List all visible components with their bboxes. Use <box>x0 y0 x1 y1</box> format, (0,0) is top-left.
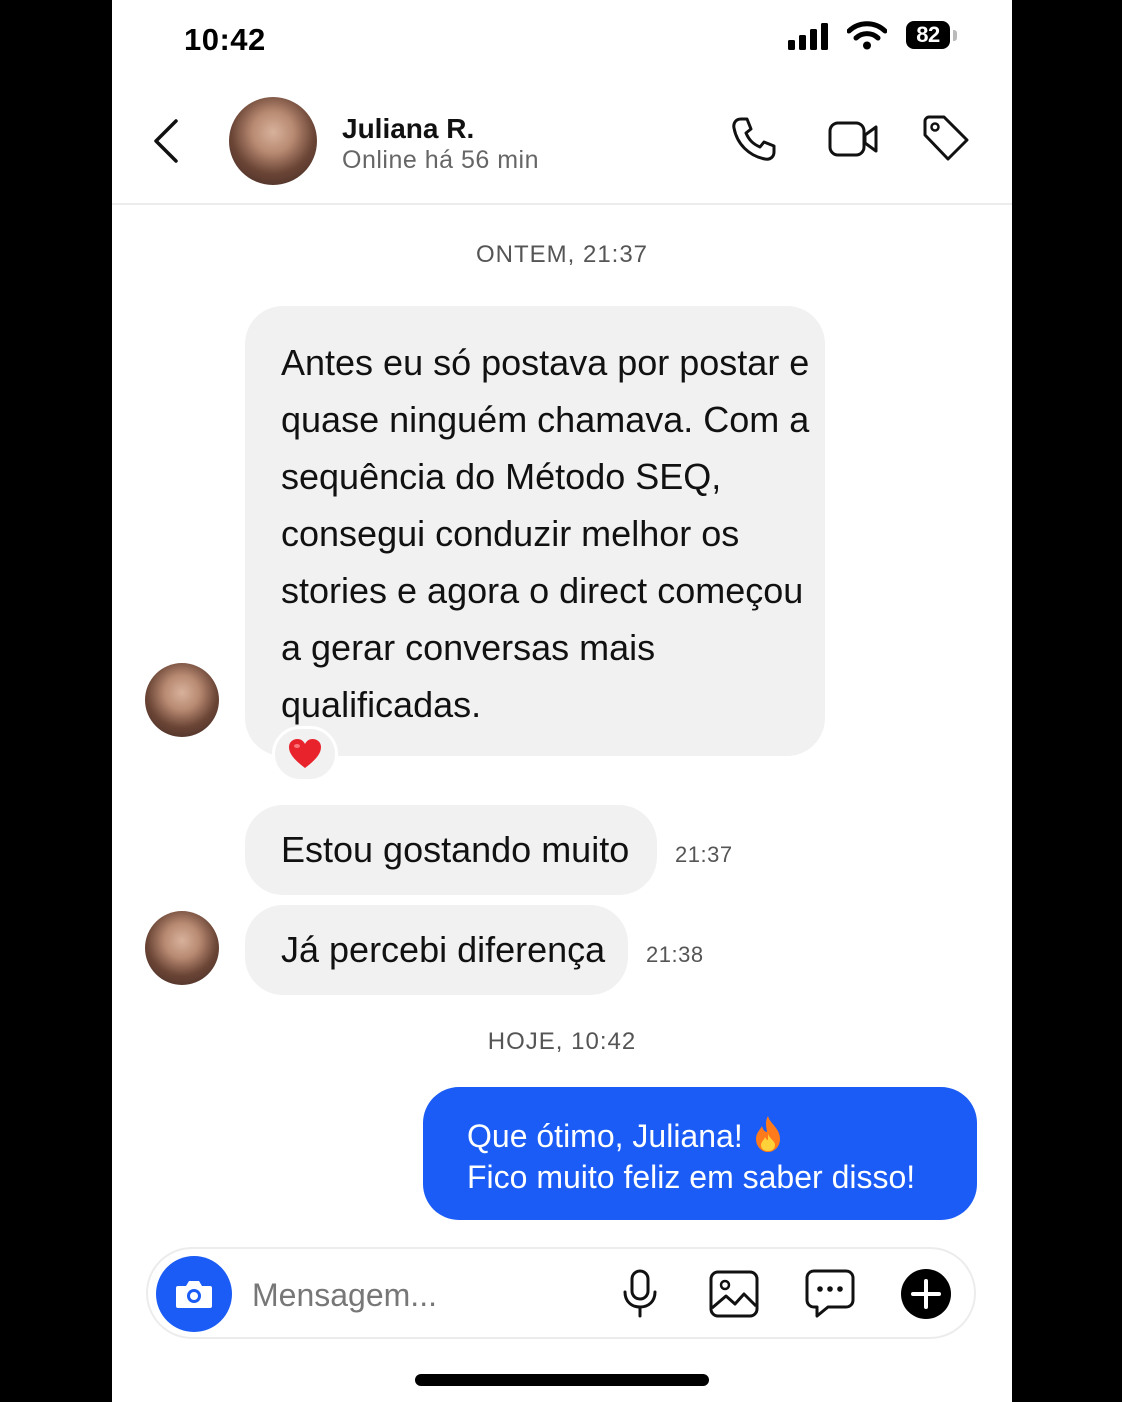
sender-avatar[interactable] <box>145 663 219 737</box>
sender-avatar[interactable] <box>145 911 219 985</box>
message-bubble-incoming[interactable]: Antes eu só postava por postar e quase n… <box>245 306 825 756</box>
message-bubble-incoming[interactable]: Estou gostando muito <box>245 805 657 895</box>
contact-status: Online há 56 min <box>342 146 540 174</box>
message-text-line1: Que ótimo, Juliana! <box>467 1118 743 1154</box>
message-time: 21:38 <box>646 942 704 967</box>
tag-icon[interactable] <box>920 113 972 165</box>
phone-icon[interactable] <box>727 113 779 165</box>
message-time: 21:37 <box>675 842 733 867</box>
phone-screen: 10:42 82 Juliana R. Online há 56 min ONT… <box>112 0 1012 1402</box>
gallery-icon[interactable] <box>708 1268 760 1320</box>
date-separator-yesterday: ONTEM, 21:37 <box>475 241 649 268</box>
contact-avatar[interactable] <box>229 97 317 185</box>
message-text: Estou gostando muito <box>281 829 630 870</box>
fire-icon <box>755 1116 780 1152</box>
status-time: 10:42 <box>184 22 266 57</box>
cellular-signal-icon <box>788 23 828 50</box>
message-bubble-outgoing[interactable]: Que ótimo, Juliana! Fico muito feliz em … <box>423 1087 977 1220</box>
header-divider <box>112 203 1012 205</box>
heart-icon <box>289 739 321 768</box>
home-indicator[interactable] <box>415 1374 709 1386</box>
contact-name[interactable]: Juliana R. <box>342 113 474 145</box>
message-text-line2: Fico muito feliz em saber disso! <box>467 1159 916 1195</box>
message-input[interactable] <box>252 1268 582 1322</box>
wifi-icon <box>847 21 887 50</box>
camera-button[interactable] <box>156 1256 232 1332</box>
video-call-icon[interactable] <box>827 113 879 165</box>
chevron-left-icon[interactable] <box>150 116 184 166</box>
message-text: Antes eu só postava por postar e quase n… <box>281 342 810 725</box>
message-bubble-incoming[interactable]: Já percebi diferença <box>245 905 628 995</box>
battery-level: 82 <box>906 21 950 49</box>
date-separator-today: HOJE, 10:42 <box>487 1028 637 1055</box>
battery-icon: 82 <box>906 21 960 51</box>
plus-icon[interactable] <box>900 1268 952 1320</box>
message-text: Já percebi diferença <box>281 929 606 970</box>
sticker-chat-icon[interactable] <box>804 1268 856 1320</box>
message-reaction[interactable] <box>272 726 338 782</box>
microphone-icon[interactable] <box>614 1268 666 1320</box>
camera-icon <box>176 1281 212 1308</box>
